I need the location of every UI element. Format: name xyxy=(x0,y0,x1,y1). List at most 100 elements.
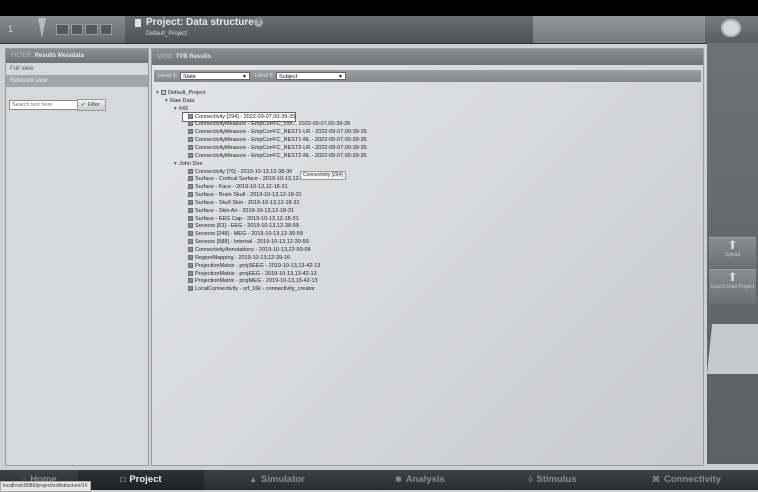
datatype-icon xyxy=(188,254,193,260)
tree-node-label: ConnectivityMeasure - EmpCorrFC_REST2-RL… xyxy=(195,152,367,159)
datatype-icon xyxy=(188,247,193,253)
datatype-icon xyxy=(188,223,193,229)
filter-full-view[interactable]: Full view xyxy=(6,63,148,75)
header-right-block xyxy=(533,16,705,43)
datatype-icon xyxy=(188,231,193,237)
filter-button[interactable]: ✔ Filter xyxy=(77,99,106,111)
help-icon[interactable]: ? xyxy=(254,18,263,27)
tree-node[interactable]: ProjectionMatrix - projSEEG - 2019-10-13… xyxy=(183,262,320,270)
tree-node[interactable]: ConnectivityMeasure - EmpCorrFC_REST2-LR… xyxy=(183,144,367,152)
filter-panel: FILTER: Results Metadata Full view Relev… xyxy=(5,48,149,466)
tree-node[interactable]: ConnectivityMeasure - EmpCorrFC_REST1-LR… xyxy=(183,128,367,136)
tree-node[interactable]: ConnectivityMeasure - EmpCorrFC_con... 2… xyxy=(183,120,350,128)
project-icon: □ xyxy=(120,475,126,484)
datatype-icon xyxy=(188,113,193,119)
datatype-icon xyxy=(188,270,193,276)
bottom-nav: ⌂ Home □ Project ▲ Simulator ✱ Analysis ◊ Sti… xyxy=(0,470,758,490)
datatype-icon xyxy=(188,262,193,268)
check-icon: ✔ xyxy=(81,102,86,108)
tab-analysis-label: Analysis xyxy=(405,474,445,485)
filter-panel-heading: FILTER: Results Metadata xyxy=(6,49,148,63)
brain-logo-icon xyxy=(721,19,741,37)
datatype-icon xyxy=(188,121,193,127)
tree-node-label: ConnectivityMeasure - EmpCorrFC_con... 2… xyxy=(195,121,351,128)
document-icon xyxy=(135,19,141,27)
stimulus-icon: ◊ xyxy=(528,475,533,484)
tab-connectivity[interactable]: ⌘ Connectivity xyxy=(615,470,758,490)
datatype-icon xyxy=(188,239,193,245)
datatype-icon xyxy=(188,137,193,143)
grid-icon[interactable] xyxy=(56,24,112,35)
tree-node[interactable]: ConnectivityMeasure - EmpCorrFC_REST2-RL… xyxy=(183,152,367,160)
view-heading-prefix: VIEW: xyxy=(157,54,174,60)
tree-node[interactable]: ConnectivityAnnotations - 2019-10-13,22-… xyxy=(183,246,311,254)
view-panel-heading: VIEW: TVB Results xyxy=(152,49,703,65)
tree-node[interactable]: Surface - Cortical Surface - 2019-10-13,… xyxy=(183,175,315,183)
upload-label: Upload xyxy=(724,252,741,258)
upload-button[interactable]: ⬆ Upload xyxy=(709,237,756,268)
tree-node-label: LocalConnectivity - srf_16k - connectivi… xyxy=(195,286,315,293)
level1-select[interactable]: State ▼ xyxy=(180,72,250,80)
tree-node[interactable]: Surface - Skull Skin - 2019-10-13,12-18-… xyxy=(183,199,300,207)
project-number: 1 xyxy=(8,24,14,34)
level2-select[interactable]: Subject ▼ xyxy=(276,72,346,80)
tab-stimulus[interactable]: ◊ Stimulus xyxy=(490,470,615,490)
export-icon: ⬆ xyxy=(727,270,738,284)
level1-label: Level 1: xyxy=(158,73,178,79)
tree-node[interactable]: ProjectionMatrix - projMEG - 2019-10-13,… xyxy=(183,277,318,285)
tab-simulator[interactable]: ▲ Simulator xyxy=(204,470,350,490)
tree-node[interactable]: ▾ 642 xyxy=(174,105,188,113)
tab-connectivity-label: Connectivity xyxy=(663,474,721,485)
tree-node[interactable]: Surface - Brain Skull - 2019-10-13,12-18… xyxy=(183,191,302,199)
chevron-down-icon: ▼ xyxy=(242,74,247,80)
tab-project[interactable]: □ Project xyxy=(78,470,204,490)
tree-node[interactable]: Surface - EEG Cap - 2019-10-13,12-18-31 xyxy=(183,215,299,223)
tree-node-label: ConnectivityMeasure - EmpCorrFC_REST1-LR… xyxy=(195,129,367,136)
datatype-icon xyxy=(188,129,193,135)
export-button[interactable]: ⬆ Export Data Project xyxy=(709,269,756,304)
level2-label: Level 2: xyxy=(255,73,275,79)
connectivity-icon: ⌘ xyxy=(651,475,660,484)
tree-node-label: ConnectivityMeasure - EmpCorrFC_REST1-RL… xyxy=(195,137,367,144)
datatype-icon xyxy=(188,184,193,190)
tab-stimulus-label: Stimulus xyxy=(536,474,577,485)
tree-node[interactable]: Sensors [63] - EEG - 2019-10-13,12-38-59 xyxy=(183,222,299,230)
tree-node[interactable]: ProjectionMatrix - projEEG - 2019-10-13,… xyxy=(183,270,317,278)
tree-node-label: Sensors [248] - MEG - 2019-10-13,12-39-5… xyxy=(195,231,303,238)
tree-node[interactable]: LocalConnectivity - srf_16k - connectivi… xyxy=(183,285,315,293)
tree-node-label: ConnectivityAnnotations - 2019-10-13,22-… xyxy=(195,247,311,253)
search-input[interactable] xyxy=(9,100,78,110)
tree-node[interactable]: ▾ Raw Data xyxy=(165,97,194,105)
tree-node[interactable]: Connectivity [76] - 2019-10-13,12-38-36 xyxy=(183,168,292,176)
tree-node[interactable]: Sensors [588] - Internal - 2019-10-13,12… xyxy=(183,238,309,246)
datatype-icon xyxy=(188,286,193,292)
status-url: localhost:8080/project/editstructure/1# xyxy=(0,481,91,492)
tree-node[interactable]: ▾ Default_Project xyxy=(156,89,206,97)
datatype-icon xyxy=(188,192,193,198)
tree-node[interactable]: ConnectivityMeasure - EmpCorrFC_REST1-RL… xyxy=(183,136,367,144)
tab-project-label: Project xyxy=(129,474,162,485)
tab-analysis[interactable]: ✱ Analysis xyxy=(350,470,490,490)
app-header: 1 Project: Data structure ? Default_Proj… xyxy=(0,16,758,44)
datatype-icon xyxy=(188,168,193,174)
tree-node[interactable]: Sensors [248] - MEG - 2019-10-13,12-39-5… xyxy=(183,230,303,238)
tree-node-label: ProjectionMatrix - projSEEG - 2019-10-13… xyxy=(195,262,321,269)
level2-value: Subject xyxy=(279,74,298,80)
tree-node-label: Surface - Brain Skull - 2019-10-13,12-18… xyxy=(195,192,302,199)
tree-node-label: Sensors [588] - Internal - 2019-10-13,12… xyxy=(195,239,309,246)
tree-node[interactable]: Surface - Face - 2019-10-13,12-18-31 xyxy=(183,183,288,191)
tree-node[interactable]: Connectivity [294] - 2022-09-07,00-39-35 xyxy=(181,111,297,122)
view-heading-text: TVB Results xyxy=(175,54,211,60)
header-left-block: 1 xyxy=(0,16,125,43)
tree-node[interactable]: RegionMapping - 2019-10-13,12-39-16 xyxy=(183,254,290,262)
datatype-icon xyxy=(188,278,193,284)
view-panel: VIEW: TVB Results Level 1: State ▼ Level … xyxy=(151,48,704,466)
tooltip: Connectivity [294] xyxy=(300,171,346,180)
tree-node[interactable]: Surface - Skin Air - 2019-10-13,12-18-31 xyxy=(183,207,294,215)
level-bar: Level 1: State ▼ Level 2: Subject ▼ xyxy=(154,70,701,82)
tree-node[interactable]: ▾ John Doe xyxy=(174,160,203,168)
caret-icon[interactable] xyxy=(38,18,46,38)
filter-relevant-view[interactable]: Relevant view xyxy=(6,75,148,87)
folder-icon xyxy=(161,90,166,96)
export-label: Export Data Project xyxy=(710,284,755,290)
